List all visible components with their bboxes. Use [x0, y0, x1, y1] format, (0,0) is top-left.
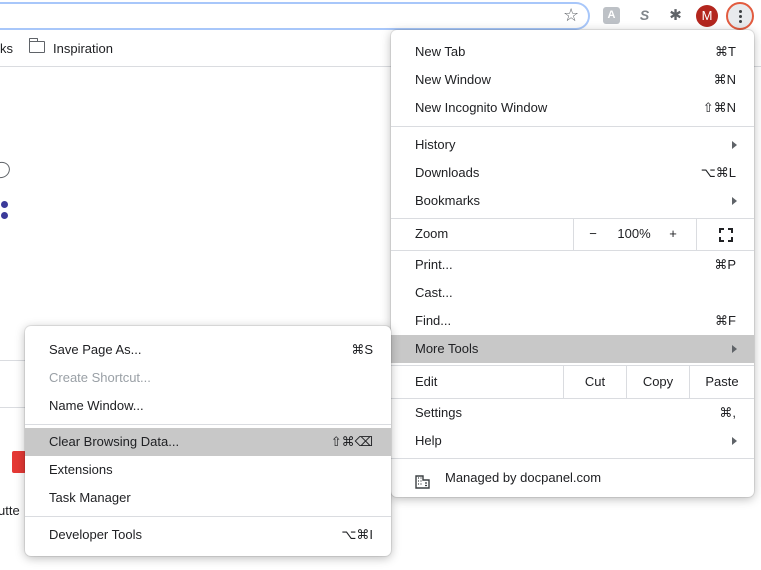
menu-divider — [573, 218, 574, 250]
menu-item-extensions[interactable]: Extensions — [25, 456, 391, 484]
menu-item-find[interactable]: Find... ⌘F — [391, 307, 754, 335]
menu-item-managed[interactable]: Managed by docpanel.com — [391, 464, 754, 492]
address-bar[interactable] — [0, 2, 590, 30]
bookmark-item-partial[interactable]: ks — [0, 41, 13, 56]
menu-item-new-incognito-window[interactable]: New Incognito Window ⇧⌘N — [391, 94, 754, 122]
edit-row: Edit Cut Copy Paste — [391, 366, 754, 398]
zoom-out-button[interactable]: − — [583, 218, 603, 250]
zoom-in-button[interactable]: + — [663, 218, 683, 250]
menu-divider — [25, 424, 391, 425]
menu-item-help[interactable]: Help — [391, 427, 754, 455]
submenu-arrow-icon — [732, 141, 737, 149]
menu-item-clear-browsing-data[interactable]: Clear Browsing Data... ⇧⌘⌫ — [25, 428, 391, 456]
menu-item-create-shortcut: Create Shortcut... — [49, 370, 151, 385]
menu-item-name-window[interactable]: Name Window... — [25, 392, 391, 420]
edit-label: Edit — [415, 374, 438, 389]
zoom-row: Zoom − 100% + — [391, 218, 754, 250]
menu-item-print[interactable]: Print... ⌘P — [391, 251, 754, 279]
browser-toolbar: ☆ A S ✱ M — [0, 0, 761, 33]
menu-divider — [391, 458, 754, 459]
bookmark-star-icon[interactable]: ☆ — [563, 6, 581, 24]
kebab-menu-icon[interactable] — [726, 2, 754, 30]
cut-button[interactable]: Cut — [564, 366, 626, 398]
s-extension-icon[interactable]: S — [636, 7, 653, 24]
menu-item-more-tools[interactable]: More Tools — [391, 335, 754, 363]
submenu-arrow-icon — [732, 437, 737, 445]
page-dot — [1, 212, 8, 219]
building-icon — [415, 471, 430, 489]
page-partial-icon — [0, 159, 13, 181]
zoom-label: Zoom — [415, 226, 449, 241]
menu-item-new-window[interactable]: New Window ⌘N — [391, 66, 754, 94]
paste-button[interactable]: Paste — [690, 366, 754, 398]
folder-icon — [28, 38, 45, 53]
chrome-main-menu: New Tab ⌘T New Window ⌘N New Incognito Win… — [391, 30, 754, 497]
menu-item-cast[interactable]: Cast... — [391, 279, 754, 307]
menu-divider — [391, 126, 754, 127]
menu-item-task-manager[interactable]: Task Manager — [25, 484, 391, 512]
page-dot — [1, 201, 8, 208]
menu-item-downloads[interactable]: Downloads ⌥⌘L — [391, 159, 754, 187]
menu-item-new-tab[interactable]: New Tab ⌘T — [391, 38, 754, 66]
menu-item-save-page-as[interactable]: Save Page As... ⌘S — [25, 336, 391, 364]
menu-item-history[interactable]: History — [391, 131, 754, 159]
profile-avatar[interactable]: M — [696, 5, 718, 27]
translate-extension-icon[interactable]: A — [603, 7, 620, 24]
puzzle-extensions-icon[interactable]: ✱ — [667, 7, 684, 24]
menu-item-bookmarks[interactable]: Bookmarks — [391, 187, 754, 215]
copy-button[interactable]: Copy — [627, 366, 689, 398]
submenu-arrow-icon — [732, 197, 737, 205]
page-partial-text: utte — [0, 503, 20, 518]
submenu-arrow-icon — [732, 345, 737, 353]
app-tile-icon — [12, 451, 26, 473]
menu-item-developer-tools[interactable]: Developer Tools ⌥⌘I — [25, 521, 391, 549]
more-tools-submenu: Save Page As... ⌘S Create Shortcut... Nam… — [25, 326, 391, 556]
bookmark-folder-inspiration[interactable]: Inspiration — [53, 41, 113, 56]
menu-divider — [25, 516, 391, 517]
zoom-level: 100% — [617, 226, 651, 241]
fullscreen-icon[interactable] — [697, 218, 754, 250]
menu-item-settings[interactable]: Settings ⌘, — [391, 399, 754, 427]
